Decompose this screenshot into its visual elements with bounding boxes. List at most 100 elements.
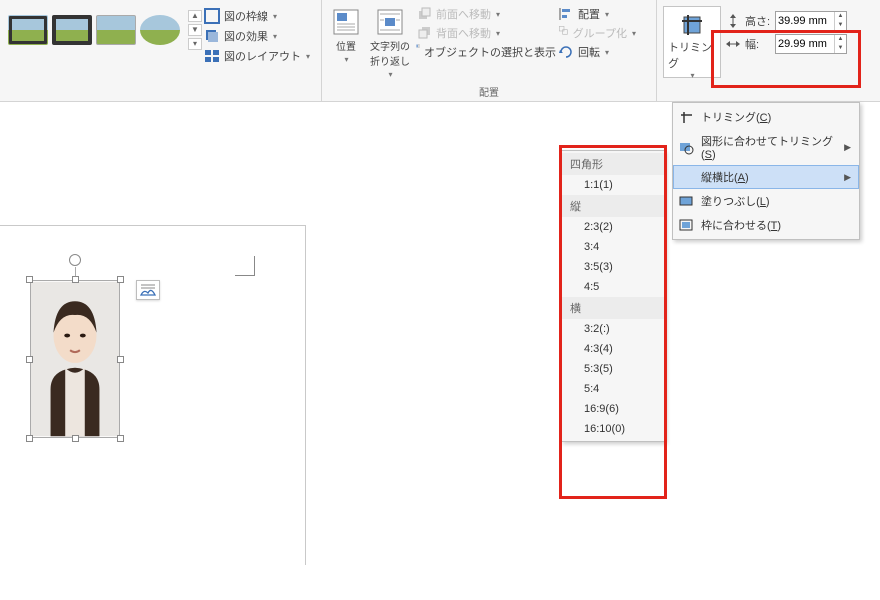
picture-layout-button[interactable]: 図のレイアウト▾: [204, 48, 310, 64]
bring-forward-icon: [416, 6, 432, 22]
resize-handle[interactable]: [117, 435, 124, 442]
aspect-3-4[interactable]: 3:4: [562, 237, 664, 257]
label: 文字列の 折り返し: [370, 38, 410, 68]
label: 図の枠線: [224, 8, 268, 24]
layout-options-button[interactable]: [136, 280, 160, 300]
width-value[interactable]: [776, 38, 834, 50]
label: 回転: [578, 44, 600, 60]
fit-icon: [678, 217, 694, 233]
width-icon: [725, 36, 741, 52]
submenu-header-square: 四角形: [562, 153, 664, 175]
rotate-icon: [558, 44, 574, 60]
wrap-icon: [376, 8, 404, 36]
submenu-header-vertical: 縦: [562, 195, 664, 217]
resize-handle[interactable]: [72, 276, 79, 283]
picture-styles-gallery[interactable]: ▲▼▾: [6, 4, 204, 56]
height-label: 高さ:: [745, 13, 771, 29]
aspect-16-9[interactable]: 16:9(6): [562, 399, 664, 419]
menu-crop-to-shape[interactable]: 図形に合わせてトリミング(S) ▶: [673, 129, 859, 165]
resize-handle[interactable]: [26, 435, 33, 442]
resize-handle[interactable]: [72, 435, 79, 442]
chevron-right-icon: ▶: [844, 172, 851, 183]
spin-up[interactable]: ▲: [834, 35, 846, 44]
trimming-button[interactable]: トリミング ▾: [663, 6, 721, 78]
submenu-header-horizontal: 横: [562, 297, 664, 319]
selection-pane-button[interactable]: オブジェクトの選択と表示: [416, 44, 556, 60]
selection-pane-icon: [416, 44, 420, 60]
picture-border-button[interactable]: 図の枠線▾: [204, 8, 310, 24]
page-corner-mark: [235, 256, 255, 276]
width-input[interactable]: ▲▼: [775, 34, 847, 54]
height-value[interactable]: [776, 15, 834, 27]
aspect-1-1[interactable]: 1:1(1): [562, 175, 664, 195]
label: 背面へ移動: [436, 25, 491, 41]
height-icon: [725, 13, 741, 29]
aspect-3-2[interactable]: 3:2(:): [562, 319, 664, 339]
resize-handle[interactable]: [26, 356, 33, 363]
resize-handle[interactable]: [117, 356, 124, 363]
style-thumb[interactable]: [96, 15, 136, 45]
aspect-3-5[interactable]: 3:5(3): [562, 257, 664, 277]
send-backward-icon: [416, 25, 432, 41]
gallery-scroll[interactable]: ▲▼▾: [188, 10, 202, 50]
label: 枠に合わせる(T): [701, 217, 781, 233]
style-thumb[interactable]: [52, 15, 92, 45]
position-icon: [332, 8, 360, 36]
label: 前面へ移動: [436, 6, 491, 22]
layout-options-icon: [140, 283, 156, 297]
group-icon: [558, 25, 569, 41]
spin-down[interactable]: ▼: [834, 21, 846, 30]
label: 縦横比(A): [701, 169, 749, 185]
bring-forward-button[interactable]: 前面へ移動▾: [416, 6, 556, 22]
menu-trimming[interactable]: トリミング(C): [673, 105, 859, 129]
style-thumb[interactable]: [8, 15, 48, 45]
spin-down[interactable]: ▼: [834, 44, 846, 53]
group-button[interactable]: グループ化▾: [558, 25, 636, 41]
label: トリミング(C): [701, 109, 771, 125]
label: 図のレイアウト: [224, 48, 301, 64]
portrait-image: [30, 280, 120, 438]
label: トリミング: [668, 39, 716, 71]
aspect-5-3[interactable]: 5:3(5): [562, 359, 664, 379]
fill-icon: [678, 193, 694, 209]
picture-effects-button[interactable]: 図の効果▾: [204, 28, 310, 44]
style-thumb[interactable]: [140, 15, 180, 45]
label: 配置: [578, 6, 600, 22]
rotate-button[interactable]: 回転▾: [558, 44, 636, 60]
trimming-menu: トリミング(C) 図形に合わせてトリミング(S) ▶ 縦横比(A) ▶ 塗りつぶ…: [672, 102, 860, 240]
document-page: [0, 225, 306, 565]
aspect-16-10[interactable]: 16:10(0): [562, 419, 664, 439]
crop-icon: [678, 109, 694, 125]
chevron-right-icon: ▶: [844, 142, 851, 153]
menu-fit[interactable]: 枠に合わせる(T): [673, 213, 859, 237]
spin-up[interactable]: ▲: [834, 12, 846, 21]
menu-aspect-ratio[interactable]: 縦横比(A) ▶: [673, 165, 859, 189]
align-button[interactable]: 配置▾: [558, 6, 636, 22]
label: 位置: [336, 38, 356, 53]
aspect-4-5[interactable]: 4:5: [562, 277, 664, 297]
shape-crop-icon: [678, 139, 694, 155]
align-icon: [558, 6, 574, 22]
label: 図形に合わせてトリミング(S): [701, 133, 838, 161]
border-icon: [204, 8, 220, 24]
group-label: 配置: [322, 84, 656, 99]
aspect-2-3[interactable]: 2:3(2): [562, 217, 664, 237]
resize-handle[interactable]: [117, 276, 124, 283]
aspect-4-3[interactable]: 4:3(4): [562, 339, 664, 359]
rotation-handle[interactable]: [69, 254, 81, 266]
width-label: 幅:: [745, 36, 771, 52]
resize-handle[interactable]: [26, 276, 33, 283]
layout-icon: [204, 48, 220, 64]
aspect-5-4[interactable]: 5:4: [562, 379, 664, 399]
crop-icon: [678, 11, 706, 39]
menu-fill[interactable]: 塗りつぶし(L): [673, 189, 859, 213]
effects-icon: [204, 28, 220, 44]
label: 塗りつぶし(L): [701, 193, 770, 209]
send-backward-button[interactable]: 背面へ移動▾: [416, 25, 556, 41]
label: グループ化: [573, 25, 627, 41]
selected-picture[interactable]: [30, 280, 120, 438]
label: オブジェクトの選択と表示: [424, 44, 556, 60]
height-input[interactable]: ▲▼: [775, 11, 847, 31]
label: 図の効果: [224, 28, 268, 44]
aspect-ratio-submenu: 四角形 1:1(1) 縦 2:3(2) 3:4 3:5(3) 4:5 横 3:2…: [561, 150, 665, 442]
